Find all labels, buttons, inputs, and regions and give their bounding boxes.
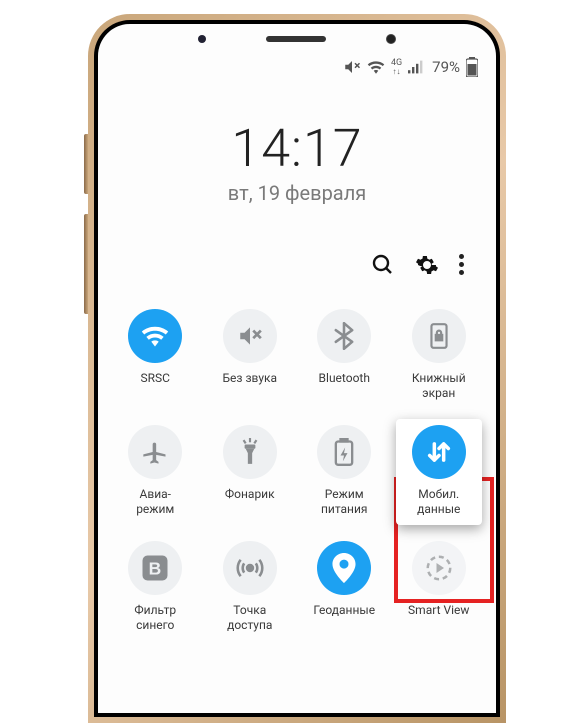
tile-label: Режим питания: [321, 487, 368, 517]
tile-hotspot[interactable]: Точка доступа: [203, 535, 298, 647]
phone-frame: 4G ↑↓ 79%: [88, 14, 506, 723]
wifi-icon: [367, 60, 385, 74]
mute-icon: [343, 58, 361, 76]
tile-bluetooth[interactable]: Bluetooth: [297, 303, 392, 415]
signal-icon: [408, 60, 424, 74]
clock-date: вт, 19 февраля: [98, 181, 496, 205]
tile-label: SRSC: [141, 371, 170, 386]
location-icon: [317, 541, 371, 595]
tile-power-mode[interactable]: Режим питания: [297, 419, 392, 531]
tile-label: Smart View: [408, 603, 469, 618]
bluetooth-icon: [317, 309, 371, 363]
tile-label: Авиа- режим: [136, 487, 174, 517]
battery-percentage: 79%: [432, 58, 460, 76]
screen: 4G ↑↓ 79%: [98, 24, 496, 713]
tile-label: Геоданные: [313, 603, 375, 618]
tile-smartview[interactable]: Smart View: [392, 535, 487, 647]
tile-label: Точка доступа: [227, 603, 272, 633]
tile-flashlight[interactable]: Фонарик: [203, 419, 298, 531]
side-button: [84, 214, 88, 314]
tile-label: Фонарик: [225, 487, 275, 502]
smartview-icon: [412, 541, 466, 595]
tile-wifi[interactable]: SRSC: [108, 303, 203, 415]
gear-icon[interactable]: [415, 253, 437, 275]
clock-time: 14:17: [98, 118, 496, 179]
power-mode-icon: [317, 425, 371, 479]
clock-block: 14:17 вт, 19 февраля: [98, 118, 496, 205]
more-icon[interactable]: [459, 254, 464, 275]
mute-icon: [223, 309, 277, 363]
mobile-data-icon: [412, 425, 466, 479]
airplane-icon: [128, 425, 182, 479]
network-type: 4G ↑↓: [391, 59, 402, 76]
svg-text:B: B: [149, 558, 162, 578]
tile-label: Фильтр синего: [134, 603, 176, 633]
tile-mobile-data[interactable]: Мобил. данные: [392, 419, 487, 531]
tile-mute[interactable]: Без звука: [203, 303, 298, 415]
hotspot-icon: [223, 541, 277, 595]
tile-label: Книжный экран: [412, 371, 466, 401]
side-button: [84, 134, 88, 194]
tile-label: Без звука: [222, 371, 277, 386]
flashlight-icon: [223, 425, 277, 479]
rotation-lock-icon: [412, 309, 466, 363]
tile-location[interactable]: Геоданные: [297, 535, 392, 647]
tile-label: Bluetooth: [319, 371, 370, 386]
tile-label: Мобил. данные: [417, 487, 460, 517]
blue-filter-icon: B: [128, 541, 182, 595]
search-icon[interactable]: [371, 253, 393, 275]
tile-rotation[interactable]: Книжный экран: [392, 303, 487, 415]
status-bar: 4G ↑↓ 79%: [98, 24, 496, 78]
quick-settings-grid: SRSC Без звука: [98, 285, 496, 647]
wifi-icon: [128, 309, 182, 363]
quick-panel-actions: [98, 205, 496, 285]
phone-bezel: 4G ↑↓ 79%: [94, 20, 500, 717]
battery-icon: [466, 57, 478, 77]
tile-blue-filter[interactable]: B Фильтр синего: [108, 535, 203, 647]
top-sensors: [98, 34, 496, 44]
tile-airplane[interactable]: Авиа- режим: [108, 419, 203, 531]
